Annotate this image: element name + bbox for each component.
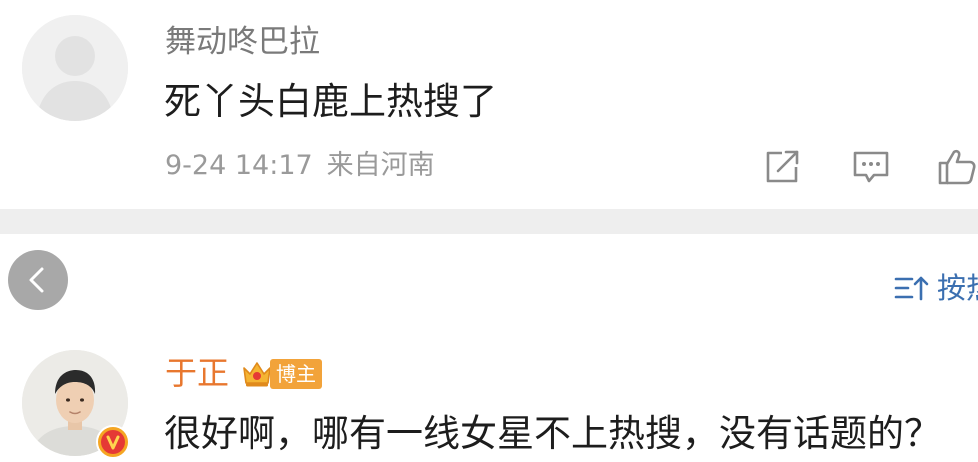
avatar-default[interactable] (22, 15, 128, 121)
verified-v-icon (96, 425, 130, 459)
sort-toggle[interactable]: 按热 (893, 268, 978, 308)
comment-icon[interactable] (850, 146, 892, 186)
comment-text: 很好啊，哪有一线女星不上热搜，没有话题的？ (164, 412, 941, 455)
section-divider (0, 209, 978, 234)
comment-timestamp: 9-24 14:17 (165, 150, 313, 181)
thumbs-up-icon[interactable] (936, 146, 978, 186)
blogger-badge: 博主 (270, 359, 322, 389)
comment-text: 死丫头白鹿上热搜了 (164, 80, 497, 123)
comment-username-vip[interactable]: 于正 (165, 352, 229, 394)
chevron-left-icon (29, 267, 44, 293)
share-icon[interactable] (762, 146, 804, 186)
back-button[interactable] (8, 250, 68, 310)
comment-meta: 9-24 14:17 来自河南 (165, 148, 435, 184)
crown-icon (240, 356, 274, 390)
comment-username[interactable]: 舞动咚巴拉 (165, 22, 320, 62)
default-avatar-icon (22, 15, 128, 121)
sort-icon (894, 276, 929, 301)
comment-location: 来自河南 (326, 150, 435, 181)
sort-label: 按热 (937, 271, 978, 305)
